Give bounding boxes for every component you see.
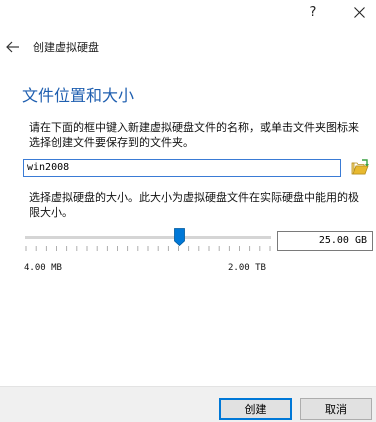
cancel-button[interactable]: 取消: [300, 398, 372, 420]
slider-max-label: 2.00 TB: [228, 263, 266, 273]
size-slider-handle[interactable]: [174, 228, 186, 246]
help-button[interactable]: ?: [293, 0, 333, 24]
slider-min-label: 4.00 MB: [24, 263, 62, 273]
wizard-title: 创建虚拟硬盘: [33, 41, 99, 54]
close-icon: [353, 6, 365, 18]
folder-open-icon[interactable]: [350, 158, 370, 178]
size-slider-ticks: [25, 246, 271, 251]
close-button[interactable]: [339, 0, 376, 24]
size-input[interactable]: 25.00 GB: [277, 231, 373, 251]
create-button[interactable]: 创建: [219, 398, 292, 420]
size-description: 选择虚拟硬盘的大小。此大小为虚拟硬盘文件在实际硬盘中能用的极限大小。: [29, 191, 359, 219]
file-location-description: 请在下面的框中键入新建虚拟硬盘文件的名称，或单击文件夹图标来选择创建文件要保存到…: [29, 121, 359, 149]
page-heading: 文件位置和大小: [22, 86, 135, 105]
title-bar: ?: [0, 0, 376, 26]
create-virtual-disk-dialog: ? 创建虚拟硬盘 文件位置和大小 请在下面的框中键入新建虚拟硬盘文件的名称，或单…: [0, 0, 376, 422]
size-slider-track[interactable]: [25, 236, 271, 239]
back-arrow-icon[interactable]: [5, 40, 21, 54]
file-location-input[interactable]: win2008: [23, 159, 341, 177]
